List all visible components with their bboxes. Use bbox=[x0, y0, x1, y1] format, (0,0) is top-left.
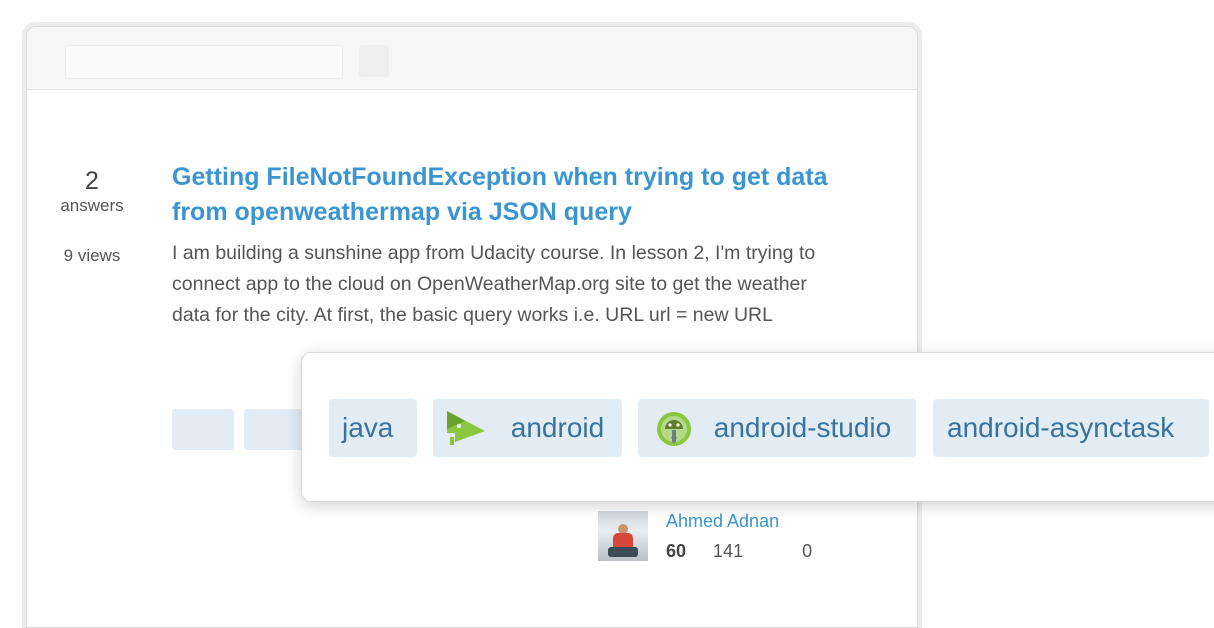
avatar[interactable] bbox=[598, 511, 648, 561]
tags-popup: java android android-studio android-asyn… bbox=[301, 352, 1214, 502]
user-stats: 60 141 0 bbox=[666, 541, 812, 562]
user-name-link[interactable]: Ahmed Adnan bbox=[666, 511, 779, 532]
tag-label: android bbox=[510, 412, 605, 443]
answers-label: answers bbox=[60, 196, 124, 215]
user-card: Ahmed Adnan 60 141 0 bbox=[598, 509, 838, 565]
tag-android-studio[interactable]: android-studio bbox=[638, 399, 916, 457]
question-title-link[interactable]: Getting FileNotFoundException when tryin… bbox=[172, 160, 832, 230]
user-badge-count: 141 bbox=[713, 541, 744, 561]
tag-android-asynctask[interactable]: android-asynctask bbox=[933, 399, 1209, 457]
android-studio-icon bbox=[656, 399, 692, 457]
answer-count: 2 bbox=[85, 167, 99, 195]
view-count: 9 views bbox=[63, 246, 121, 265]
card-header bbox=[27, 27, 917, 90]
search-input[interactable] bbox=[65, 45, 343, 79]
question-stats: 2 answers 9 views bbox=[50, 166, 134, 266]
tag-placeholder[interactable] bbox=[244, 409, 306, 450]
tag-label: android-asynctask bbox=[947, 412, 1175, 443]
search-button[interactable] bbox=[359, 45, 389, 77]
android-robot-icon bbox=[445, 399, 485, 457]
tag-android[interactable]: android bbox=[433, 399, 622, 457]
tag-java[interactable]: java bbox=[329, 399, 417, 457]
tag-label: java bbox=[342, 412, 394, 443]
question-excerpt: I am building a sunshine app from Udacit… bbox=[172, 242, 816, 326]
user-reputation: 60 bbox=[666, 541, 687, 561]
tag-placeholder[interactable] bbox=[172, 409, 234, 450]
tag-label: android-studio bbox=[713, 412, 892, 443]
user-badge-count: 0 bbox=[802, 541, 813, 561]
